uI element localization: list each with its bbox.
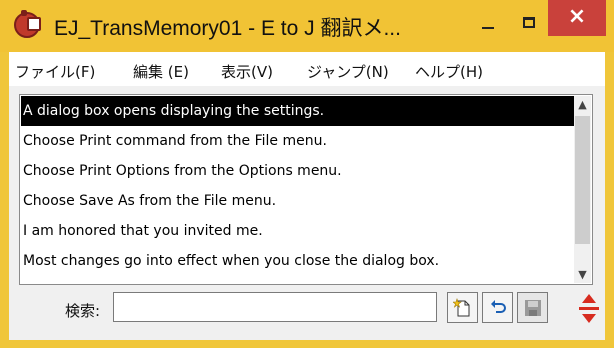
divider: [579, 307, 599, 310]
floppy-disk-icon: [524, 299, 541, 316]
new-document-icon: [452, 297, 469, 316]
arrow-up-icon[interactable]: [582, 294, 596, 303]
scrollbar-thumb[interactable]: [575, 116, 590, 244]
app-logo-icon[interactable]: [14, 10, 41, 38]
phrase-list[interactable]: A dialog box opens displaying the settin…: [19, 94, 593, 285]
menu-bar: ファイル(F) 編集 (E) 表示(V) ジャンプ(N) ヘルプ(H): [9, 52, 605, 87]
maximize-button[interactable]: [510, 10, 550, 38]
app-window: EJ_TransMemory01 - E to J 翻訳メ... × ファイル(…: [0, 0, 614, 348]
minimize-button[interactable]: [468, 10, 508, 38]
menu-view[interactable]: 表示(V): [221, 61, 273, 82]
menu-edit[interactable]: 編集 (E): [133, 61, 189, 82]
navigate-spinner[interactable]: [577, 290, 601, 330]
undo-button[interactable]: [482, 292, 513, 323]
menu-help[interactable]: ヘルプ(H): [415, 61, 483, 82]
client-area: A dialog box opens displaying the settin…: [9, 86, 605, 340]
vertical-scrollbar[interactable]: ▲ ▼: [574, 96, 591, 283]
close-button[interactable]: ×: [548, 0, 606, 36]
list-item[interactable]: Choose Save As from the File menu.: [21, 186, 574, 216]
list-item[interactable]: Choose Print Options from the Options me…: [21, 156, 574, 186]
undo-icon: [490, 299, 506, 313]
search-input[interactable]: [113, 292, 437, 322]
list-item[interactable]: Choose Print command from the File menu.: [21, 126, 574, 156]
scroll-up-icon[interactable]: ▲: [574, 96, 591, 113]
menu-file[interactable]: ファイル(F): [15, 61, 95, 82]
window-title: EJ_TransMemory01 - E to J 翻訳メ...: [54, 17, 401, 40]
save-button[interactable]: [517, 292, 548, 323]
title-bar[interactable]: EJ_TransMemory01 - E to J 翻訳メ... ×: [0, 0, 614, 52]
list-item[interactable]: Most changes go into effect when you clo…: [21, 246, 574, 276]
new-entry-button[interactable]: [447, 292, 478, 323]
search-label: 検索:: [65, 302, 101, 320]
scroll-down-icon[interactable]: ▼: [574, 266, 591, 283]
close-icon: ×: [567, 4, 587, 29]
list-item[interactable]: A dialog box opens displaying the settin…: [21, 96, 574, 126]
arrow-down-icon[interactable]: [582, 314, 596, 323]
list-item[interactable]: I am honored that you invited me.: [21, 216, 574, 246]
menu-jump[interactable]: ジャンプ(N): [307, 61, 389, 82]
